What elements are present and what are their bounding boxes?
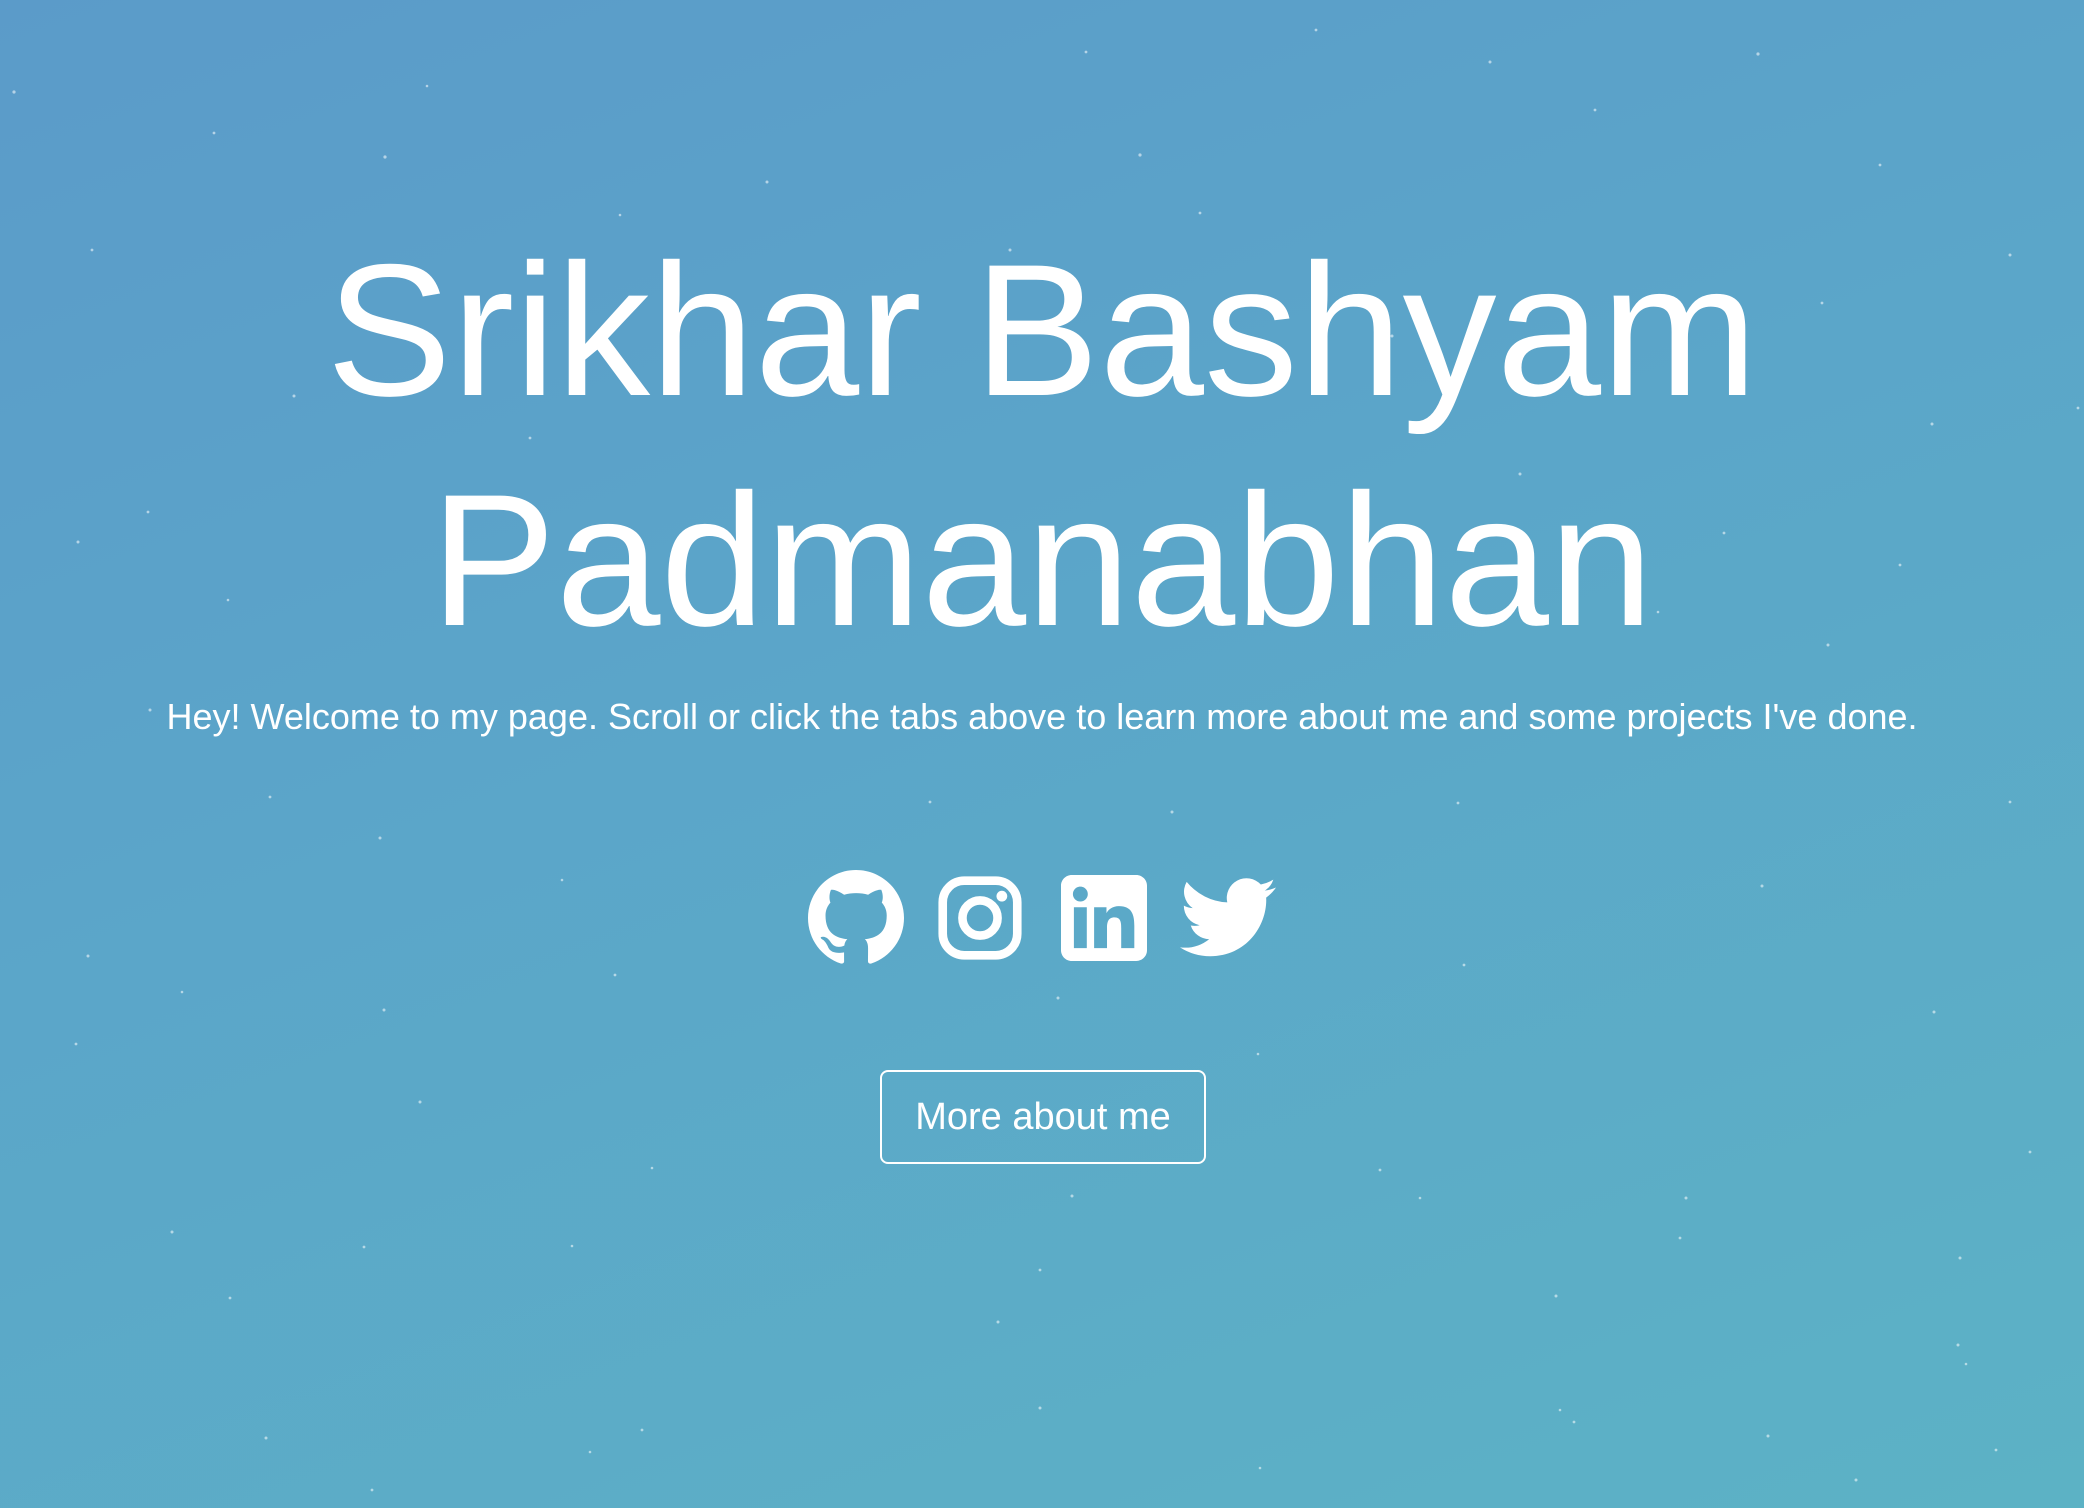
instagram-link[interactable] xyxy=(932,868,1028,968)
title-line-1: Srikhar Bashyam xyxy=(326,225,1758,435)
title-line-2: Padmanabhan xyxy=(430,455,1654,665)
tagline: Hey! Welcome to my page. Scroll or click… xyxy=(166,696,1918,737)
github-icon xyxy=(808,870,904,964)
page-title: Srikhar Bashyam Padmanabhan xyxy=(0,215,2084,675)
twitter-link[interactable] xyxy=(1180,868,1276,968)
more-about-me-button[interactable]: More about me xyxy=(880,1070,1206,1164)
linkedin-link[interactable] xyxy=(1056,868,1152,968)
instagram-icon xyxy=(938,876,1022,960)
github-link[interactable] xyxy=(808,868,904,968)
linkedin-icon xyxy=(1061,875,1147,961)
twitter-icon xyxy=(1180,878,1276,957)
hero-section: Srikhar Bashyam Padmanabhan Hey! Welcome… xyxy=(0,0,2084,1508)
social-links xyxy=(0,868,2084,968)
